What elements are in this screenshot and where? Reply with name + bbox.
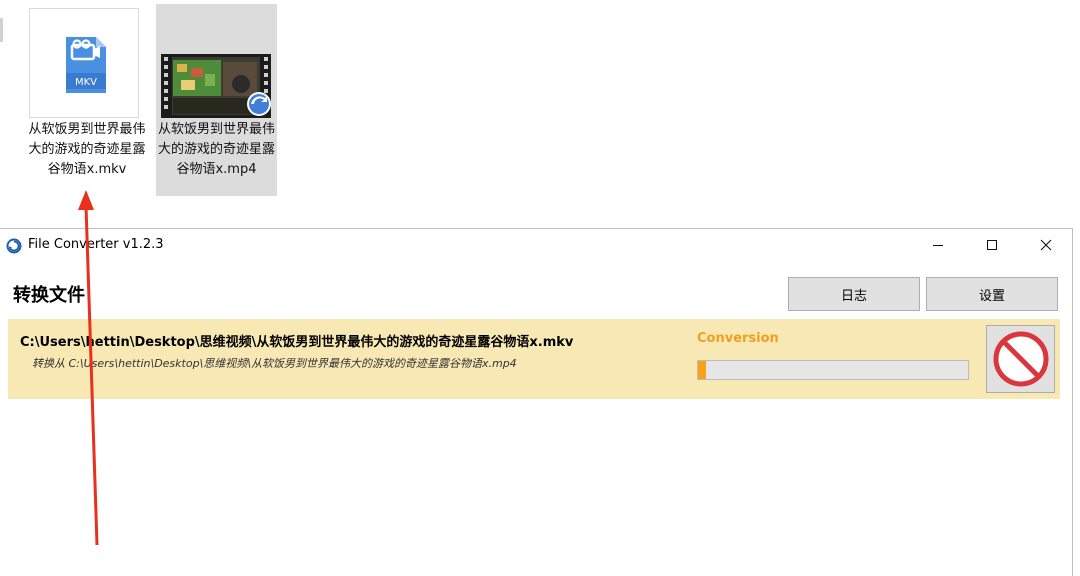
close-button[interactable] — [1019, 229, 1073, 261]
minimize-icon — [933, 245, 943, 246]
log-button[interactable]: 日志 — [788, 277, 920, 311]
desktop-scroll-mark — [0, 18, 3, 42]
file-converter-window: File Converter v1.2.3 转换文件 日志 设置 C:\User… — [0, 228, 1073, 576]
desktop-file-name: 从软饭男到世界最伟大的游戏的奇迹星露谷物语x.mp4 — [157, 122, 275, 177]
conversion-job-row: C:\Users\hettin\Desktop\思维视频\从软饭男到世界最伟大的… — [8, 319, 1060, 399]
maximize-icon — [987, 240, 997, 250]
job-progress-fill — [698, 361, 707, 379]
mkv-badge: MKV — [75, 77, 97, 88]
cancel-prohibited-icon — [993, 331, 1048, 387]
window-titlebar[interactable]: File Converter v1.2.3 — [0, 229, 1072, 261]
maximize-button[interactable] — [965, 229, 1019, 261]
job-source-path: 转换从 C:\Users\hettin\Desktop\思维视频\从软饭男到世界… — [32, 357, 517, 370]
job-output-path: C:\Users\hettin\Desktop\思维视频\从软饭男到世界最伟大的… — [20, 335, 574, 350]
settings-button[interactable]: 设置 — [926, 277, 1058, 311]
desktop-file-mp4[interactable]: 从软饭男到世界最伟大的游戏的奇迹星露谷物语x.mp4 — [156, 4, 277, 196]
close-icon — [1040, 239, 1052, 251]
file-converter-app-icon — [6, 238, 22, 254]
window-title: File Converter v1.2.3 — [28, 237, 164, 252]
minimize-button[interactable] — [911, 229, 965, 261]
page-title: 转换文件 — [13, 285, 85, 306]
video-file-icon: MKV — [29, 8, 139, 118]
video-thumbnail — [161, 54, 271, 118]
job-progress-bar — [697, 360, 969, 380]
desktop-file-mkv[interactable]: MKV 从软饭男到世界最伟大的游戏的奇迹星露谷物语x.mkv — [24, 4, 150, 196]
job-status: Conversion — [697, 331, 779, 346]
cancel-job-button[interactable] — [986, 325, 1055, 393]
desktop-file-name: 从软饭男到世界最伟大的游戏的奇迹星露谷物语x.mkv — [28, 122, 146, 177]
